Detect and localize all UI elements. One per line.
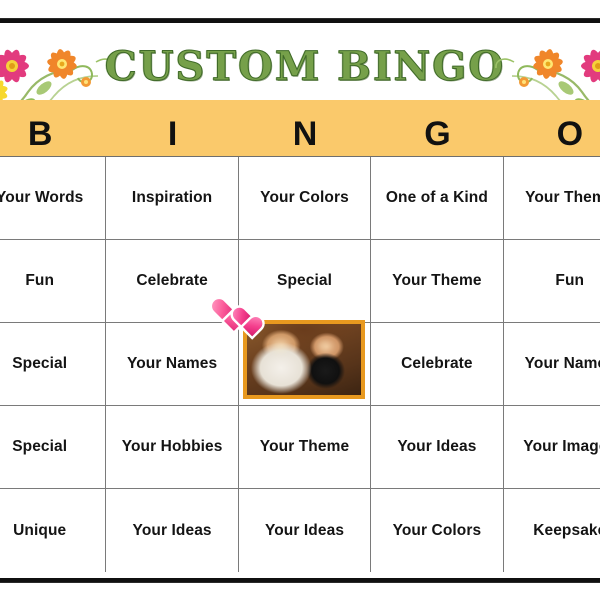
bingo-letter-o: O — [556, 114, 584, 153]
bingo-cell-n5[interactable]: Your Ideas — [239, 489, 372, 572]
bingo-card: CUSTOM BINGO B I N G O Your Words Inspir… — [0, 34, 600, 573]
bingo-letter-i: I — [167, 114, 178, 153]
bingo-cell-o4[interactable]: Your Images — [503, 406, 600, 489]
hearts-sticker-icon — [211, 300, 267, 338]
bingo-cell-b5[interactable]: Unique — [0, 489, 107, 572]
bingo-cell-g3[interactable]: Celebrate — [371, 323, 504, 406]
bingo-cell-b3[interactable]: Special — [0, 323, 107, 406]
bingo-cell-o1[interactable]: Your Theme — [503, 157, 600, 240]
bingo-cell-o5[interactable]: Keepsake — [504, 489, 600, 572]
bingo-header-row: B I N G O — [0, 100, 600, 157]
bingo-cell-b2[interactable]: Fun — [0, 240, 107, 323]
bingo-cell-b4[interactable]: Special — [0, 406, 107, 489]
bingo-cell-o2[interactable]: Fun — [503, 240, 600, 323]
title-band: CUSTOM BINGO — [0, 34, 600, 100]
bingo-cell-i5[interactable]: Your Ideas — [106, 489, 239, 572]
bingo-cell-n1[interactable]: Your Colors — [238, 157, 372, 240]
bingo-cell-g5[interactable]: Your Colors — [371, 489, 504, 572]
bingo-cell-i4[interactable]: Your Hobbies — [106, 406, 239, 489]
bingo-cell-g1[interactable]: One of a Kind — [371, 157, 504, 240]
bingo-cell-i1[interactable]: Inspiration — [106, 157, 239, 240]
heart-icon-small — [230, 309, 253, 330]
bingo-letter-g: G — [424, 114, 451, 153]
bottom-rule — [0, 578, 600, 583]
top-rule — [0, 18, 600, 23]
bingo-cell-n4[interactable]: Your Theme — [238, 406, 372, 489]
bingo-letter-b: B — [27, 114, 53, 153]
bingo-cell-b1[interactable]: Your Words — [0, 157, 107, 240]
bingo-cell-g4[interactable]: Your Ideas — [371, 406, 504, 489]
bingo-cell-g2[interactable]: Your Theme — [371, 240, 504, 323]
bingo-cell-o3[interactable]: Your Names — [503, 323, 600, 406]
card-title: CUSTOM BINGO — [104, 43, 506, 91]
bingo-letter-n: N — [292, 114, 318, 153]
bingo-card-page: CUSTOM BINGO B I N G O Your Words Inspir… — [0, 0, 600, 600]
